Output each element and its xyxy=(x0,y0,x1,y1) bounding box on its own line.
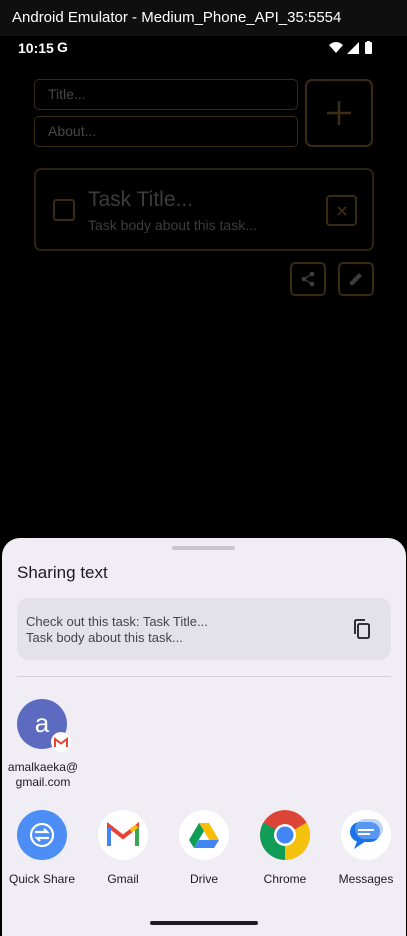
share-icon xyxy=(301,271,315,287)
delete-task-button[interactable] xyxy=(326,195,357,226)
task-app-screen: Title... About... Task Title... Task bod… xyxy=(0,60,407,540)
app-label: Quick Share xyxy=(8,872,76,886)
edit-button[interactable] xyxy=(338,262,374,296)
signal-icon xyxy=(347,42,359,54)
task-card: Task Title... Task body about this task.… xyxy=(34,168,374,251)
preview-line-1: Check out this task: Task Title... xyxy=(26,614,208,629)
drag-handle[interactable] xyxy=(172,546,235,550)
chrome-icon xyxy=(260,810,310,860)
contact-name-line-1: amalkaeka@ xyxy=(7,760,79,774)
app-label: Drive xyxy=(189,872,218,886)
app-quick-share[interactable]: Quick Share xyxy=(2,810,82,890)
copy-icon xyxy=(354,619,370,639)
sheet-title: Sharing text xyxy=(17,563,108,582)
battery-icon xyxy=(365,42,372,54)
plus-icon xyxy=(327,101,351,125)
direct-share-contact[interactable]: a amalkaeka@ gmail.com xyxy=(4,698,84,798)
task-title: Task Title... xyxy=(88,188,194,211)
task-checkbox[interactable] xyxy=(53,199,75,221)
gmail-badge-icon xyxy=(51,732,71,752)
status-time: 10:15 xyxy=(18,40,54,56)
app-label: Chrome xyxy=(263,872,307,886)
gmail-icon xyxy=(98,810,148,860)
gesture-nav-bar[interactable] xyxy=(150,921,258,925)
window-title: Android Emulator - Medium_Phone_API_35:5… xyxy=(0,0,407,36)
contact-name: amalkaeka@ gmail.com xyxy=(4,760,82,790)
title-input[interactable]: Title... xyxy=(34,79,298,110)
wifi-icon xyxy=(329,42,343,53)
preview-line-2: Task body about this task... xyxy=(26,630,183,645)
share-sheet: Sharing text Check out this task: Task T… xyxy=(2,538,406,936)
app-gmail[interactable]: Gmail xyxy=(83,810,163,890)
app-label: Gmail xyxy=(107,872,139,886)
app-drive[interactable]: Drive xyxy=(164,810,244,890)
drive-icon xyxy=(179,810,229,860)
app-chrome[interactable]: Chrome xyxy=(245,810,325,890)
add-task-button[interactable] xyxy=(305,79,373,147)
status-bar: 10:15 G xyxy=(0,36,407,60)
copy-button[interactable] xyxy=(349,616,375,642)
about-input[interactable]: About... xyxy=(34,116,298,147)
edit-icon xyxy=(350,273,362,285)
messages-icon xyxy=(341,810,391,860)
status-icons xyxy=(329,41,372,54)
quick-share-icon xyxy=(17,810,67,860)
divider xyxy=(17,676,391,677)
app-messages[interactable]: Messages xyxy=(326,810,406,890)
google-g-icon: G xyxy=(57,39,68,55)
contact-name-line-2: gmail.com xyxy=(15,775,71,789)
task-body: Task body about this task... xyxy=(88,217,257,233)
share-button[interactable] xyxy=(290,262,326,296)
shared-text-preview: Check out this task: Task Title... Task … xyxy=(17,598,391,660)
close-icon xyxy=(336,205,347,216)
app-label: Messages xyxy=(338,872,394,886)
